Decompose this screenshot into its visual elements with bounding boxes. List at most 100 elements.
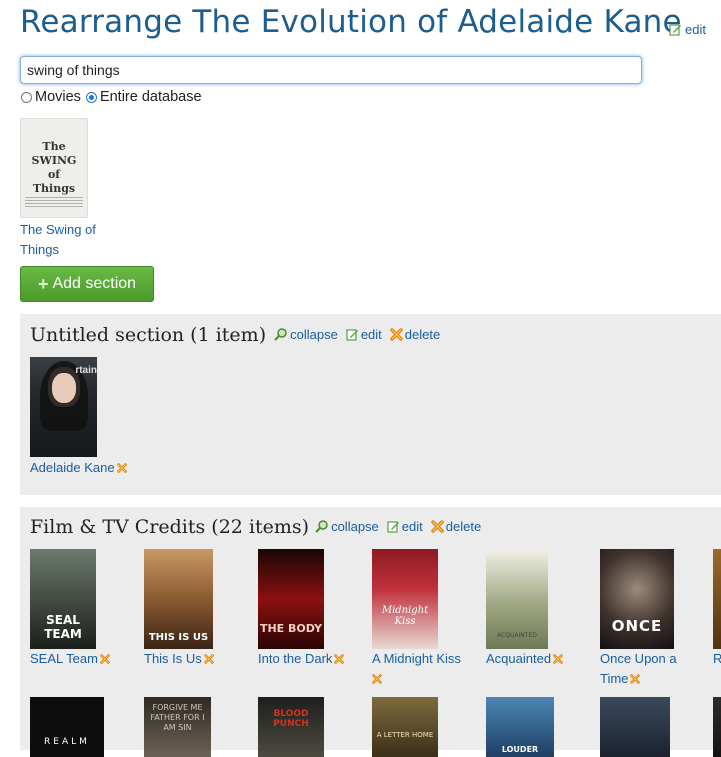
delete-label: delete xyxy=(445,519,482,534)
item-poster[interactable]: ACQUAINTED xyxy=(486,549,548,649)
poster-text: FORGIVE ME FATHER FOR I AM SIN xyxy=(150,703,205,732)
section-header: Untitled section (1 item) collapse edit … xyxy=(30,324,440,346)
edit-label: edit xyxy=(360,327,382,342)
item-label: Acquainted xyxy=(486,651,552,666)
item-poster[interactable]: THIS IS US xyxy=(144,549,213,649)
section-film-tv-credits: Film & TV Credits (22 items) collapse ed… xyxy=(20,507,721,757)
poster-text: SEAL TEAM xyxy=(44,613,82,641)
collapse-label: collapse xyxy=(290,327,338,342)
item-poster[interactable]: ONCE xyxy=(600,549,674,649)
edit-icon xyxy=(669,24,681,36)
remove-icon[interactable] xyxy=(630,674,641,684)
poster-text: ACQUAINTED xyxy=(497,632,537,639)
add-section-button[interactable]: + Add section xyxy=(20,266,154,302)
edit-label: edit xyxy=(401,519,423,534)
remove-icon[interactable] xyxy=(334,654,345,664)
item-poster[interactable]: THE BODY xyxy=(258,549,324,649)
collapse-link[interactable]: collapse xyxy=(315,519,379,534)
magnifier-icon xyxy=(315,520,328,533)
delete-icon xyxy=(431,520,444,533)
item-label-link[interactable]: Into the Dark xyxy=(258,649,364,669)
entire-database-radio[interactable] xyxy=(85,91,97,103)
item-label-link[interactable]: A Midnight Kiss xyxy=(372,649,472,689)
plus-icon: + xyxy=(37,273,49,294)
section-header: Film & TV Credits (22 items) collapse ed… xyxy=(30,516,481,538)
list-item[interactable]: THIS IS US This Is Us xyxy=(144,549,244,669)
remove-icon[interactable] xyxy=(553,654,563,664)
poster-text: THIS IS US xyxy=(148,632,209,643)
scope-movies[interactable]: Movies xyxy=(19,89,81,105)
list-item[interactable]: ONCE Once Upon a Time xyxy=(600,549,700,689)
section-title: Untitled section (1 item) xyxy=(30,324,267,346)
item-label-link[interactable]: SEAL Team xyxy=(30,649,130,669)
edit-section-link[interactable]: edit xyxy=(387,519,423,534)
item-label: Adelaide Kane xyxy=(30,460,115,475)
remove-icon[interactable] xyxy=(372,674,382,684)
item-photo[interactable]: rtain xyxy=(30,357,97,457)
movies-radio[interactable] xyxy=(21,91,32,103)
poster-text: A LETTER HOME xyxy=(376,731,434,739)
list-item[interactable]: rtain Adelaide Kane xyxy=(30,357,140,478)
sheet-music-decoration xyxy=(25,195,83,207)
item-poster[interactable]: FORGIVE ME FATHER FOR I AM SIN xyxy=(144,697,211,757)
item-label-link[interactable]: Adelaide Kane xyxy=(30,458,140,478)
search-result-link[interactable]: The Swing of Things xyxy=(20,220,120,260)
list-item[interactable]: THE BODY Into the Dark xyxy=(258,549,364,669)
search-scope: Movies Entire database xyxy=(19,89,202,105)
item-poster[interactable]: Midnight Kiss xyxy=(372,549,438,649)
delete-section-link[interactable]: delete xyxy=(390,327,440,342)
list-item[interactable]: Midnight Kiss A Midnight Kiss xyxy=(372,549,472,689)
item-label: Into the Dark xyxy=(258,651,333,666)
remove-icon[interactable] xyxy=(204,654,214,664)
search-result[interactable]: The SWING of Things The Swing of Things xyxy=(20,118,120,260)
poster-text: BLOOD PUNCH xyxy=(273,709,309,729)
list-item[interactable]: R xyxy=(713,549,721,669)
scope-entire-database-label: Entire database xyxy=(99,89,202,105)
delete-label: delete xyxy=(404,327,441,342)
list-item[interactable]: ACQUAINTED Acquainted xyxy=(486,549,586,669)
edit-section-link[interactable]: edit xyxy=(346,327,382,342)
edit-title-link[interactable]: edit xyxy=(669,22,706,37)
poster-text: THE BODY xyxy=(259,622,323,635)
section-untitled: Untitled section (1 item) collapse edit … xyxy=(20,314,721,495)
item-poster[interactable]: SEAL TEAM xyxy=(30,549,96,649)
search-input[interactable] xyxy=(20,56,642,84)
list-item[interactable]: SEAL TEAM SEAL Team xyxy=(30,549,130,669)
item-label-link[interactable]: This Is Us xyxy=(144,649,244,669)
edit-icon xyxy=(346,329,358,341)
poster-text: REALM xyxy=(44,737,90,747)
remove-icon[interactable] xyxy=(100,654,110,664)
item-poster[interactable] xyxy=(713,697,721,757)
item-poster[interactable]: BLOOD PUNCH xyxy=(258,697,324,757)
item-poster[interactable] xyxy=(600,697,670,757)
poster-text: Midnight Kiss xyxy=(381,605,429,627)
poster-text: ONCE xyxy=(611,617,663,635)
section-title: Film & TV Credits (22 items) xyxy=(30,516,310,538)
item-poster[interactable]: REALM xyxy=(30,697,104,757)
collapse-label: collapse xyxy=(331,519,379,534)
item-poster[interactable] xyxy=(713,549,721,649)
item-label: This Is Us xyxy=(144,651,202,666)
item-label-link[interactable]: Acquainted xyxy=(486,649,586,669)
item-poster[interactable]: A LETTER HOME xyxy=(372,697,438,757)
item-label: A Midnight Kiss xyxy=(372,651,461,666)
scope-movies-label: Movies xyxy=(35,89,81,105)
remove-icon[interactable] xyxy=(116,463,127,473)
scope-entire-database[interactable]: Entire database xyxy=(84,89,202,105)
page-title: Rearrange The Evolution of Adelaide Kane xyxy=(20,4,682,40)
delete-icon xyxy=(390,328,403,341)
face-highlight xyxy=(52,373,76,403)
item-label-link[interactable]: Once Upon a Time xyxy=(600,649,700,689)
edit-icon xyxy=(387,521,399,533)
backdrop-text: rtain xyxy=(75,365,97,376)
magnifier-icon xyxy=(274,328,287,341)
delete-section-link[interactable]: delete xyxy=(431,519,481,534)
search-result-poster[interactable]: The SWING of Things xyxy=(20,118,88,218)
item-label: R xyxy=(713,651,721,666)
add-section-label: Add section xyxy=(52,275,137,292)
item-label-link[interactable]: R xyxy=(713,649,721,669)
item-label: SEAL Team xyxy=(30,651,98,666)
item-poster[interactable]: LOUDER xyxy=(486,697,554,757)
collapse-link[interactable]: collapse xyxy=(274,327,338,342)
result-poster-text: The SWING of Things xyxy=(31,140,77,195)
